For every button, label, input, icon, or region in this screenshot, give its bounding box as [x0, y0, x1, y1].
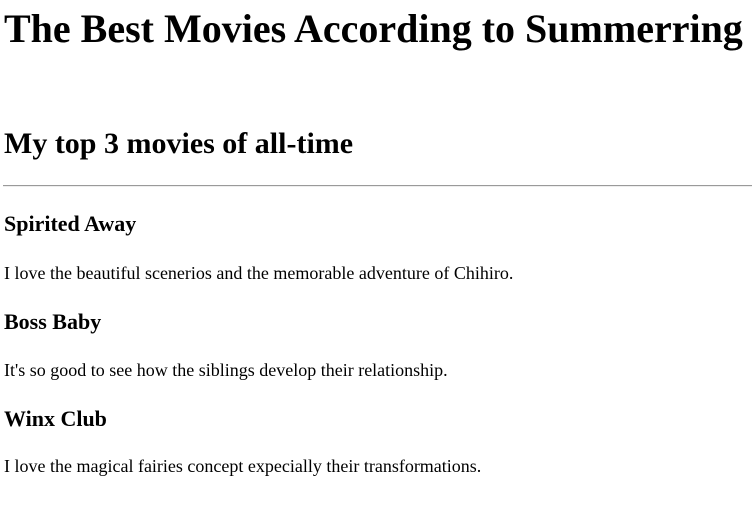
- movie-description-winx-club: I love the magical fairies concept expec…: [4, 456, 482, 476]
- movie-title-winx-club: Winx Club: [4, 406, 107, 431]
- movie-title-spirited-away: Spirited Away: [4, 211, 137, 236]
- movie-description-boss-baby: It's so good to see how the siblings dev…: [4, 360, 448, 380]
- movie-title-boss-baby: Boss Baby: [4, 309, 102, 334]
- section-divider: [3, 185, 752, 187]
- section-heading: My top 3 movies of all-time: [4, 127, 354, 160]
- movie-description-spirited-away: I love the beautiful scenerios and the m…: [4, 263, 514, 283]
- page-title: The Best Movies According to Summerring: [4, 6, 743, 51]
